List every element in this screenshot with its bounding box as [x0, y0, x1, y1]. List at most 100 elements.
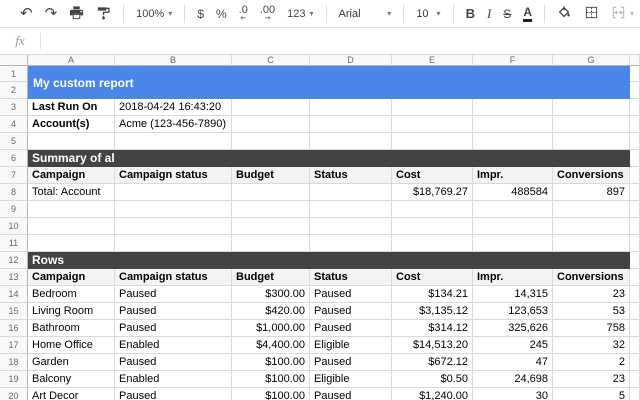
- merge-cells-button[interactable]: ▾: [605, 1, 640, 27]
- decrease-decimal-button[interactable]: .0 ←: [233, 1, 254, 27]
- cell-D19[interactable]: Eligible: [310, 371, 392, 388]
- formula-input[interactable]: [41, 28, 640, 54]
- cell-A15[interactable]: Living Room: [28, 303, 115, 320]
- cell-C16[interactable]: $1,000.00: [232, 320, 310, 337]
- italic-button[interactable]: I: [481, 1, 497, 27]
- cell-B5[interactable]: [115, 133, 232, 150]
- cell-E8[interactable]: $18,769.27: [392, 184, 473, 201]
- cell-E17[interactable]: $14,513.20: [392, 337, 473, 354]
- row-header-16[interactable]: 16: [0, 320, 28, 337]
- cell-G12[interactable]: [553, 252, 630, 269]
- cell-A20[interactable]: Art Decor: [28, 388, 115, 400]
- cell-B3[interactable]: 2018-04-24 16:43:20: [115, 99, 232, 116]
- format-currency-button[interactable]: $: [191, 1, 210, 27]
- select-all-corner[interactable]: [0, 55, 28, 66]
- cell-E1[interactable]: [392, 66, 473, 82]
- cell-B13[interactable]: Campaign status: [115, 269, 232, 286]
- column-header-a[interactable]: A: [28, 55, 115, 66]
- row-header-1[interactable]: 1: [0, 66, 28, 82]
- cell-C12[interactable]: [232, 252, 310, 269]
- cell-G3[interactable]: [553, 99, 630, 116]
- cell-B10[interactable]: [115, 218, 232, 235]
- cell-B2[interactable]: [115, 82, 232, 99]
- row-header-6[interactable]: 6: [0, 150, 28, 167]
- cell-D15[interactable]: Paused: [310, 303, 392, 320]
- cell-G5[interactable]: [553, 133, 630, 150]
- cell-C17[interactable]: $4,400.00: [232, 337, 310, 354]
- cell-D18[interactable]: Paused: [310, 354, 392, 371]
- row-header-9[interactable]: 9: [0, 201, 28, 218]
- cell-D8[interactable]: [310, 184, 392, 201]
- cell-A9[interactable]: [28, 201, 115, 218]
- cell-F9[interactable]: [473, 201, 553, 218]
- cell-E4[interactable]: [392, 116, 473, 133]
- cell-F17[interactable]: 245: [473, 337, 553, 354]
- cell-E7[interactable]: Cost: [392, 167, 473, 184]
- borders-button[interactable]: [578, 1, 605, 27]
- cell-G19[interactable]: 23: [553, 371, 630, 388]
- cell-E20[interactable]: $1,240.00: [392, 388, 473, 400]
- cell-E5[interactable]: [392, 133, 473, 150]
- cell-A12[interactable]: Rows: [28, 252, 115, 269]
- undo-button[interactable]: ↶: [14, 1, 39, 27]
- cell-G17[interactable]: 32: [553, 337, 630, 354]
- cell-G11[interactable]: [553, 235, 630, 252]
- cell-G9[interactable]: [553, 201, 630, 218]
- cell-B14[interactable]: Paused: [115, 286, 232, 303]
- row-header-20[interactable]: 20: [0, 388, 28, 400]
- cell-H17[interactable]: [630, 337, 640, 354]
- cell-B7[interactable]: Campaign status: [115, 167, 232, 184]
- cell-D17[interactable]: Eligible: [310, 337, 392, 354]
- row-header-13[interactable]: 13: [0, 269, 28, 286]
- cell-A6[interactable]: Summary of all rows: [28, 150, 115, 167]
- cell-E13[interactable]: Cost: [392, 269, 473, 286]
- column-header-g[interactable]: G: [553, 55, 630, 66]
- cell-B1[interactable]: [115, 66, 232, 82]
- cell-F20[interactable]: 30: [473, 388, 553, 400]
- cell-H13[interactable]: [630, 269, 640, 286]
- cell-E12[interactable]: [392, 252, 473, 269]
- cell-D10[interactable]: [310, 218, 392, 235]
- cell-G1[interactable]: [553, 66, 630, 82]
- row-header-10[interactable]: 10: [0, 218, 28, 235]
- cell-F19[interactable]: 24,698: [473, 371, 553, 388]
- cell-F13[interactable]: Impr.: [473, 269, 553, 286]
- cell-G13[interactable]: Conversions: [553, 269, 630, 286]
- cell-D6[interactable]: [310, 150, 392, 167]
- cell-G8[interactable]: 897: [553, 184, 630, 201]
- cell-B17[interactable]: Enabled: [115, 337, 232, 354]
- cell-B11[interactable]: [115, 235, 232, 252]
- cell-A5[interactable]: [28, 133, 115, 150]
- font-size-select[interactable]: 10 ▾: [410, 1, 446, 27]
- cell-E19[interactable]: $0.50: [392, 371, 473, 388]
- cell-C4[interactable]: [232, 116, 310, 133]
- row-header-2[interactable]: 2: [0, 82, 28, 99]
- cell-B18[interactable]: Paused: [115, 354, 232, 371]
- cell-D7[interactable]: Status: [310, 167, 392, 184]
- cell-F15[interactable]: 123,653: [473, 303, 553, 320]
- cell-G7[interactable]: Conversions: [553, 167, 630, 184]
- cell-F4[interactable]: [473, 116, 553, 133]
- row-header-7[interactable]: 7: [0, 167, 28, 184]
- cell-H20[interactable]: [630, 388, 640, 400]
- redo-button[interactable]: ↷: [39, 1, 64, 27]
- cell-F11[interactable]: [473, 235, 553, 252]
- cell-A2[interactable]: [28, 82, 115, 99]
- cell-D4[interactable]: [310, 116, 392, 133]
- row-header-19[interactable]: 19: [0, 371, 28, 388]
- cell-H16[interactable]: [630, 320, 640, 337]
- cell-F3[interactable]: [473, 99, 553, 116]
- cell-D12[interactable]: [310, 252, 392, 269]
- column-header-e[interactable]: E: [392, 55, 473, 66]
- cell-B16[interactable]: Paused: [115, 320, 232, 337]
- cell-F10[interactable]: [473, 218, 553, 235]
- row-header-4[interactable]: 4: [0, 116, 28, 133]
- cell-E10[interactable]: [392, 218, 473, 235]
- cell-C7[interactable]: Budget: [232, 167, 310, 184]
- cell-G15[interactable]: 53: [553, 303, 630, 320]
- cell-B19[interactable]: Enabled: [115, 371, 232, 388]
- cell-H14[interactable]: [630, 286, 640, 303]
- cell-D2[interactable]: [310, 82, 392, 99]
- cell-B8[interactable]: [115, 184, 232, 201]
- cell-H1[interactable]: [630, 66, 640, 82]
